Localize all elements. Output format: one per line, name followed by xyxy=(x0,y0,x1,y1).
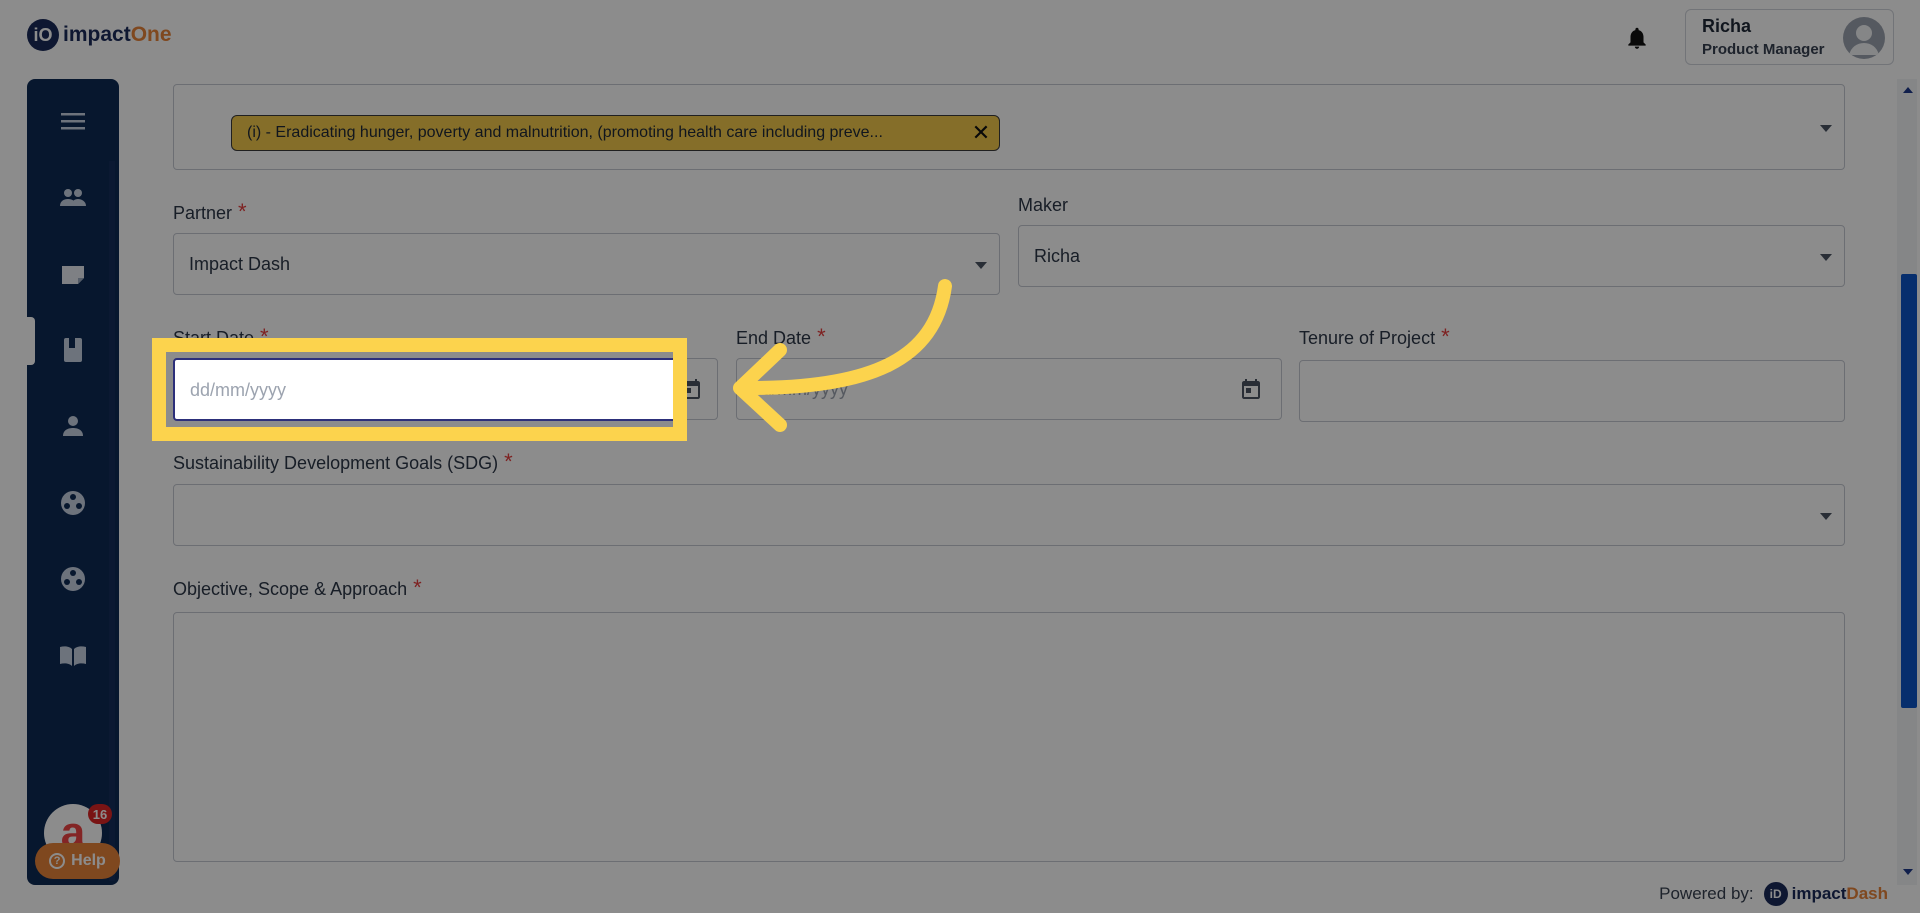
maker-select[interactable]: Richa xyxy=(1018,225,1845,287)
help-button[interactable]: ? Help xyxy=(35,843,120,879)
close-icon[interactable]: ✕ xyxy=(971,122,991,144)
partner-value: Impact Dash xyxy=(189,254,291,274)
footer-brand-logo[interactable]: iD impactDash xyxy=(1763,882,1888,906)
user-name: Richa xyxy=(1702,16,1752,36)
sidebar: a 16 xyxy=(27,79,119,885)
pointer-arrow-icon xyxy=(733,279,952,432)
sidebar-scrollbar[interactable] xyxy=(109,161,115,881)
powered-by-label: Powered by: xyxy=(1659,884,1754,903)
top-header: iO impactOne Richa Product Manager xyxy=(0,0,1920,78)
tenure-label: Tenure of Project * xyxy=(1299,324,1450,350)
footer-brand-accent: Dash xyxy=(1846,884,1888,903)
profile-icon[interactable] xyxy=(57,410,89,442)
objective-label: Objective, Scope & Approach * xyxy=(173,575,422,601)
maker-label: Maker xyxy=(1018,195,1069,215)
highlight-frame xyxy=(152,338,687,441)
help-label: Help xyxy=(71,852,106,869)
footer-brand-badge: iD xyxy=(1763,882,1788,906)
footer-brand-main: impact xyxy=(1791,884,1847,903)
avatar xyxy=(1843,17,1885,59)
user-profile-card[interactable]: Richa Product Manager xyxy=(1685,9,1894,65)
sdg-select[interactable] xyxy=(173,484,1845,546)
logo-badge: iO xyxy=(27,19,59,51)
scroll-down-icon[interactable] xyxy=(1903,869,1913,875)
partner-label: Partner * xyxy=(173,199,247,225)
chip-label: (i) - Eradicating hunger, poverty and ma… xyxy=(247,124,883,141)
selected-theme-chip: (i) - Eradicating hunger, poverty and ma… xyxy=(231,115,1000,151)
logo-text-accent: One xyxy=(130,23,172,46)
objective-label-text: Objective, Scope & Approach xyxy=(173,579,408,599)
menu-icon[interactable] xyxy=(57,105,89,137)
calendar-icon[interactable] xyxy=(1239,377,1263,401)
chevron-down-icon xyxy=(1820,125,1832,132)
user-role: Product Manager xyxy=(1702,41,1825,58)
bell-icon[interactable] xyxy=(1624,24,1650,52)
chevron-down-icon xyxy=(1820,513,1832,520)
project-form: (i) - Eradicating hunger, poverty and ma… xyxy=(136,79,1884,885)
theme-select[interactable]: (i) - Eradicating hunger, poverty and ma… xyxy=(173,84,1845,170)
projects-icon[interactable] xyxy=(57,258,89,290)
maker-value: Richa xyxy=(1034,246,1081,266)
tenure-input[interactable] xyxy=(1299,360,1845,422)
sdg-label-text: Sustainability Development Goals (SDG) xyxy=(173,453,499,473)
scroll-thumb[interactable] xyxy=(1901,274,1917,708)
partner-label-text: Partner xyxy=(173,203,233,223)
scroll-up-icon[interactable] xyxy=(1903,87,1913,93)
logo-text-main: impact xyxy=(63,23,131,46)
notification-count-badge: 16 xyxy=(88,804,112,824)
group-icon[interactable] xyxy=(57,487,89,519)
required-mark: * xyxy=(413,575,422,600)
library-icon[interactable] xyxy=(57,640,89,672)
required-mark: * xyxy=(238,199,247,224)
users-icon[interactable] xyxy=(57,181,89,213)
chevron-down-icon xyxy=(975,262,987,269)
chevron-down-icon xyxy=(1820,254,1832,261)
required-mark: * xyxy=(504,449,513,474)
question-icon: ? xyxy=(49,853,66,869)
book-icon[interactable] xyxy=(57,334,89,366)
page-scrollbar[interactable] xyxy=(1897,79,1917,885)
required-mark: * xyxy=(1441,324,1450,349)
group-icon-2[interactable] xyxy=(57,563,89,595)
logo-text: impactOne xyxy=(63,23,172,47)
sdg-label: Sustainability Development Goals (SDG) * xyxy=(173,449,513,475)
tenure-label-text: Tenure of Project xyxy=(1299,328,1436,348)
objective-textarea[interactable] xyxy=(173,612,1845,862)
footer: Powered by: iD impactDash xyxy=(1659,882,1888,906)
active-nav-marker xyxy=(27,317,35,365)
app-logo[interactable]: iO impactOne xyxy=(27,19,172,51)
